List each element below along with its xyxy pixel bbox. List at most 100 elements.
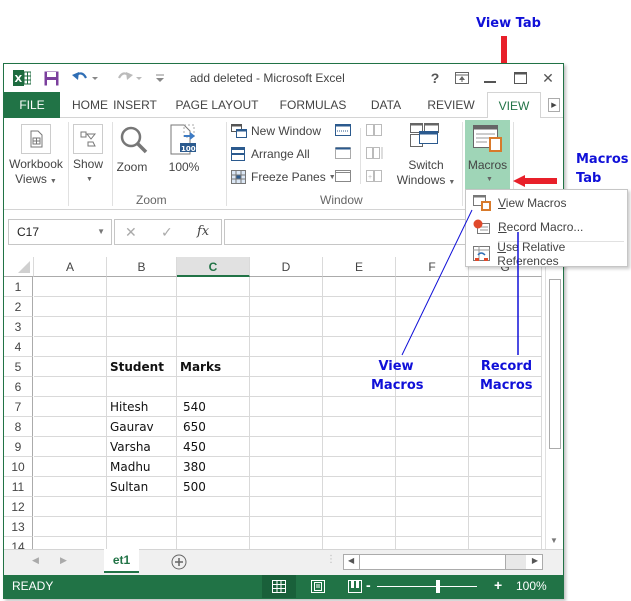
- zoom-level[interactable]: 100%: [516, 579, 547, 593]
- cell-d9[interactable]: [250, 437, 323, 457]
- cell-f3[interactable]: [396, 317, 469, 337]
- cell-e11[interactable]: [323, 477, 396, 497]
- cell-g9[interactable]: [469, 437, 542, 457]
- undo-icon[interactable]: [70, 69, 100, 87]
- tab-home[interactable]: HOME: [70, 92, 110, 118]
- cell-a13[interactable]: [34, 517, 107, 537]
- cell-f10[interactable]: [396, 457, 469, 477]
- cell-c2[interactable]: [177, 297, 250, 317]
- cell-c9[interactable]: 450: [177, 437, 250, 457]
- cell-g2[interactable]: [469, 297, 542, 317]
- row-header-8[interactable]: 8: [4, 417, 33, 437]
- row-header-4[interactable]: 4: [4, 337, 33, 357]
- ribbon-display-options-button[interactable]: [451, 68, 473, 88]
- column-header-f[interactable]: F: [396, 257, 469, 277]
- cell-e3[interactable]: [323, 317, 396, 337]
- cell-b5[interactable]: Student: [107, 357, 177, 377]
- tab-file[interactable]: FILE: [4, 92, 60, 118]
- reset-window-position-button[interactable]: +: [366, 170, 382, 185]
- cell-b14[interactable]: [107, 537, 177, 549]
- scroll-right-arrow-icon[interactable]: ▶: [532, 556, 538, 565]
- cancel-formula-button[interactable]: ✕: [125, 224, 137, 241]
- cell-d8[interactable]: [250, 417, 323, 437]
- cell-g14[interactable]: [469, 537, 542, 549]
- cell-e12[interactable]: [323, 497, 396, 517]
- cell-d5[interactable]: [250, 357, 323, 377]
- cell-d1[interactable]: [250, 277, 323, 297]
- cell-c1[interactable]: [177, 277, 250, 297]
- cell-g8[interactable]: [469, 417, 542, 437]
- add-sheet-button[interactable]: [171, 554, 187, 573]
- hide-button[interactable]: [335, 147, 351, 162]
- enter-formula-button[interactable]: ✓: [161, 224, 173, 241]
- macros-button[interactable]: Macros ▼: [465, 120, 510, 192]
- cell-g4[interactable]: [469, 337, 542, 357]
- tab-splitter-handle[interactable]: ⋮: [326, 554, 336, 565]
- cell-b1[interactable]: [107, 277, 177, 297]
- cell-g1[interactable]: [469, 277, 542, 297]
- cell-f11[interactable]: [396, 477, 469, 497]
- cell-b12[interactable]: [107, 497, 177, 517]
- cell-g13[interactable]: [469, 517, 542, 537]
- prev-sheet-icon[interactable]: ◀: [32, 555, 39, 566]
- row-header-13[interactable]: 13: [4, 517, 33, 537]
- cell-e7[interactable]: [323, 397, 396, 417]
- cell-e13[interactable]: [323, 517, 396, 537]
- next-sheet-icon[interactable]: ▶: [60, 555, 67, 566]
- cell-f4[interactable]: [396, 337, 469, 357]
- cell-a8[interactable]: [34, 417, 107, 437]
- cell-d7[interactable]: [250, 397, 323, 417]
- cell-g11[interactable]: [469, 477, 542, 497]
- cell-d11[interactable]: [250, 477, 323, 497]
- scroll-left-arrow-icon[interactable]: ◀: [348, 556, 354, 565]
- normal-view-button[interactable]: [262, 575, 296, 598]
- row-header-1[interactable]: 1: [4, 277, 33, 297]
- row-header-14[interactable]: 14: [4, 537, 33, 549]
- tab-insert[interactable]: INSERT: [110, 92, 160, 118]
- scroll-down-arrow-icon[interactable]: ▼: [550, 536, 558, 545]
- cell-c14[interactable]: [177, 537, 250, 549]
- column-header-b[interactable]: B: [107, 257, 177, 277]
- minimize-button[interactable]: [479, 68, 501, 88]
- row-header-12[interactable]: 12: [4, 497, 33, 517]
- row-header-9[interactable]: 9: [4, 437, 33, 457]
- customize-qat-icon[interactable]: [154, 69, 166, 87]
- cell-c5[interactable]: Marks: [177, 357, 250, 377]
- freeze-panes-button[interactable]: Freeze Panes ▼: [231, 167, 336, 187]
- cell-d12[interactable]: [250, 497, 323, 517]
- arrange-all-button[interactable]: Arrange All: [231, 144, 310, 164]
- zoom-slider[interactable]: [377, 586, 477, 587]
- cell-g3[interactable]: [469, 317, 542, 337]
- menu-item-view-macros[interactable]: View Macros: [466, 191, 627, 215]
- cell-f12[interactable]: [396, 497, 469, 517]
- menu-item-record-macro[interactable]: Record Macro...: [466, 215, 627, 239]
- cell-e2[interactable]: [323, 297, 396, 317]
- cell-d4[interactable]: [250, 337, 323, 357]
- cell-e4[interactable]: [323, 337, 396, 357]
- tab-data[interactable]: DATA: [366, 92, 406, 118]
- cell-c7[interactable]: 540: [177, 397, 250, 417]
- cell-b8[interactable]: Gaurav: [107, 417, 177, 437]
- sheet-tab-active[interactable]: et1: [104, 549, 139, 573]
- cell-a11[interactable]: [34, 477, 107, 497]
- cell-a9[interactable]: [34, 437, 107, 457]
- tabs-scroll-right-button[interactable]: ▶: [548, 98, 560, 112]
- unhide-button[interactable]: [335, 170, 351, 185]
- cell-d10[interactable]: [250, 457, 323, 477]
- maximize-button[interactable]: [509, 68, 531, 88]
- cell-c6[interactable]: [177, 377, 250, 397]
- cell-b9[interactable]: Varsha: [107, 437, 177, 457]
- help-button[interactable]: ?: [424, 68, 446, 88]
- column-header-e[interactable]: E: [323, 257, 396, 277]
- cell-a1[interactable]: [34, 277, 107, 297]
- row-header-2[interactable]: 2: [4, 297, 33, 317]
- page-layout-view-button[interactable]: [301, 575, 335, 598]
- cell-c10[interactable]: 380: [177, 457, 250, 477]
- cell-e9[interactable]: [323, 437, 396, 457]
- cell-c4[interactable]: [177, 337, 250, 357]
- zoom-in-button[interactable]: +: [494, 577, 502, 593]
- show-button[interactable]: Show ▼: [70, 157, 106, 187]
- cell-e8[interactable]: [323, 417, 396, 437]
- cell-g7[interactable]: [469, 397, 542, 417]
- cell-e1[interactable]: [323, 277, 396, 297]
